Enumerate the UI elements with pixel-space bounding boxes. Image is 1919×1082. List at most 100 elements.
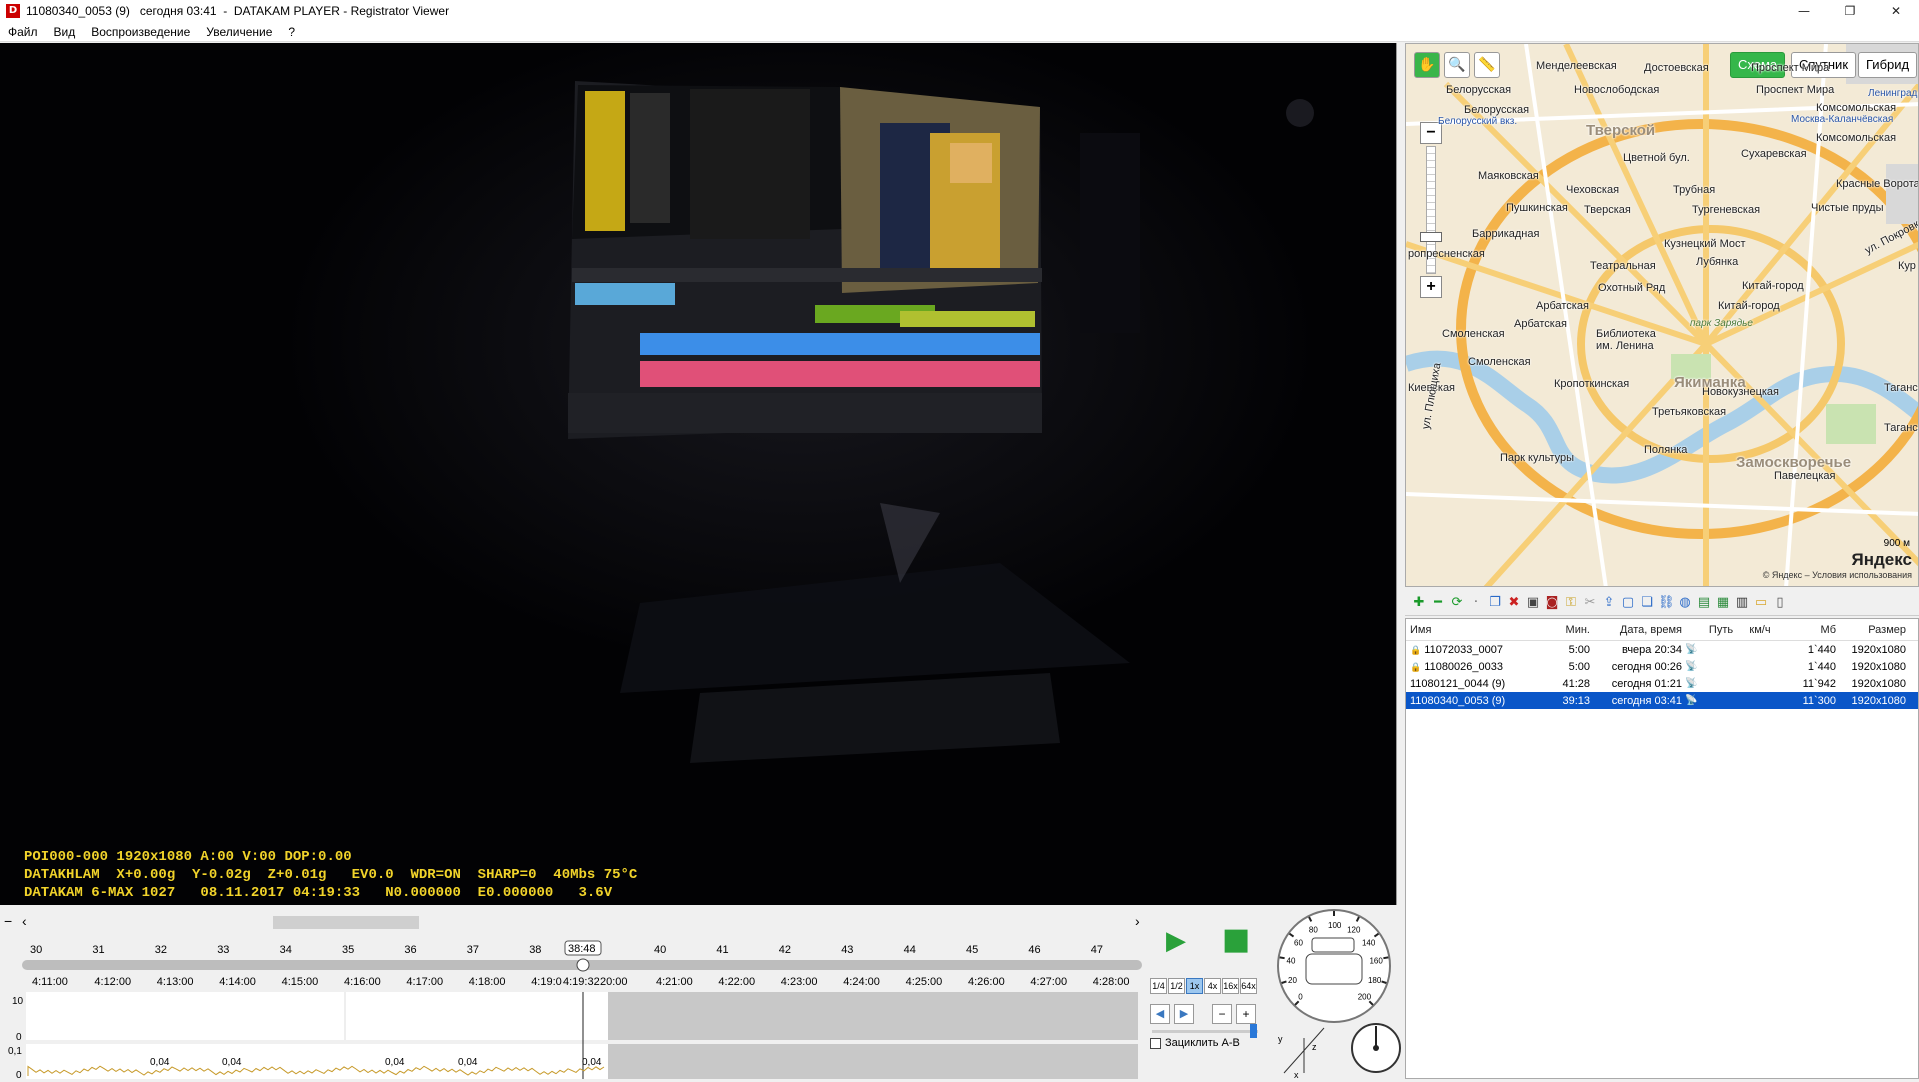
delete-icon[interactable]: ✖ — [1506, 595, 1522, 611]
minute-tick-label: 41 — [716, 944, 728, 956]
zoom-rect-icon[interactable]: 🔍 — [1444, 52, 1470, 78]
map-label: Проспект Мира — [1751, 62, 1830, 74]
stop-button[interactable]: ■ — [1222, 922, 1250, 957]
speed-axis-top: 10 — [12, 996, 24, 1007]
scroll-right-icon[interactable]: › — [1135, 913, 1140, 929]
speed-64x-button[interactable]: 64x — [1240, 978, 1257, 994]
minute-tick-label: 45 — [966, 944, 978, 956]
hand-icon[interactable]: ✋ — [1414, 52, 1440, 78]
add-icon[interactable]: ✚ — [1411, 595, 1427, 611]
camera-icon[interactable]: ◙ — [1544, 595, 1560, 611]
map-label: Цветной бул. — [1623, 152, 1690, 164]
speed-4x-button[interactable]: 4x — [1204, 978, 1221, 994]
speed-1-4-button[interactable]: 1/4 — [1150, 978, 1167, 994]
key-icon[interactable]: ⚿ — [1563, 595, 1579, 611]
minute-tick-label: 42 — [779, 944, 791, 956]
close-button[interactable]: ✕ — [1873, 0, 1919, 22]
folder-icon[interactable]: ▭ — [1753, 595, 1769, 611]
menu-playback[interactable]: Воспроизведение — [83, 25, 198, 39]
col-path[interactable]: Путь — [1702, 624, 1740, 636]
speed-tick-label: 180 — [1368, 976, 1382, 985]
minimize-button[interactable]: — — [1781, 0, 1827, 22]
save-icon[interactable]: ▣ — [1525, 595, 1541, 611]
seek-thumb[interactable] — [576, 958, 590, 972]
map-type-hybrid-button[interactable]: Гибрид — [1858, 52, 1918, 78]
layers-icon[interactable]: ❏ — [1639, 595, 1655, 611]
prev-frame-button[interactable]: ◀ — [1150, 1004, 1170, 1024]
col-kmh[interactable]: км/ч — [1740, 624, 1780, 636]
map-label: Москва-Каланчёвская — [1791, 114, 1894, 125]
frame-icon[interactable]: ▢ — [1620, 595, 1636, 611]
file-row[interactable]: 11080340_0053 (9) 39:13 сегодня 03:41 📡 11`3… — [1406, 692, 1918, 709]
time-tick-label: 4:24:00 — [843, 976, 880, 988]
map-label: Тверской — [1586, 122, 1656, 139]
timeline-scroll-thumb[interactable] — [273, 916, 419, 929]
file-row[interactable]: 🔒 11072033_0007 5:00 вчера 20:34 📡 1`440 1920… — [1406, 641, 1918, 658]
minute-tick-label: 43 — [841, 944, 853, 956]
image-icon[interactable]: ▦ — [1715, 595, 1731, 611]
map-view[interactable]: ✋ 🔍 📏 Схема Спутник Гибрид − + Менделеев… — [1405, 43, 1919, 587]
speed-1-2-button[interactable]: 1/2 — [1168, 978, 1185, 994]
gauges-panel: 0 20 40 60 80 100 120 140 160 180 200 y z x — [1264, 908, 1404, 1080]
cut-icon[interactable]: ✂ — [1582, 595, 1598, 611]
ruler-icon[interactable]: 📏 — [1474, 52, 1500, 78]
window-title: 11080340_0053 (9) сегодня 03:41 - DATAKA… — [26, 4, 450, 18]
menu-view[interactable]: Вид — [46, 25, 84, 39]
map-copyright[interactable]: © Яндекс – Условия использования — [1763, 570, 1912, 580]
file-row[interactable]: 11080121_0044 (9) 41:28 сегодня 01:21 📡 11`9… — [1406, 675, 1918, 692]
speed-1x-button[interactable]: 1x — [1186, 978, 1203, 994]
map-label: Лубянка — [1696, 256, 1739, 268]
map-label: Маяковская — [1478, 170, 1539, 182]
col-mb[interactable]: Мб — [1780, 624, 1836, 636]
play-button[interactable]: ▶ — [1166, 926, 1186, 956]
minute-tick-label: 37 — [467, 944, 479, 956]
film-icon[interactable]: ▥ — [1734, 595, 1750, 611]
osd-line-2: DATAKHLAM X+0.00g Y-0.02g Z+0.01g EV0.0 … — [24, 867, 638, 883]
loop-ab-checkbox[interactable]: Зациклить А-В — [1150, 1037, 1240, 1049]
copy-icon[interactable]: ❐ — [1487, 595, 1503, 611]
document-icon[interactable]: ▯ — [1772, 595, 1788, 611]
file-resolution: 1920x1080 — [1851, 677, 1906, 690]
minute-tick-label: 38 — [529, 944, 541, 956]
time-tick-label: 4:13:00 — [157, 976, 194, 988]
remove-icon[interactable]: ━ — [1430, 595, 1446, 611]
volume-thumb[interactable] — [1250, 1024, 1257, 1038]
menu-zoom[interactable]: Увеличение — [198, 25, 280, 39]
export-icon[interactable]: ⇪ — [1601, 595, 1617, 611]
next-frame-button[interactable]: ▶ — [1174, 1004, 1194, 1024]
col-size[interactable]: Размер — [1836, 624, 1912, 636]
file-date: сегодня 01:21 — [1611, 677, 1682, 690]
map-label: Ленинград — [1868, 88, 1918, 99]
video-frame[interactable]: POI000-000 1920x1080 A:00 V:00 DOP:0.00 D… — [0, 43, 1397, 905]
file-duration: 5:00 — [1568, 660, 1590, 673]
speed-16x-button[interactable]: 16x — [1222, 978, 1239, 994]
time-tick-label: 4:19:0 — [531, 976, 562, 988]
app-icon: D — [6, 4, 20, 18]
file-list[interactable]: Имя Мин. Дата, время Путь км/ч Мб Размер… — [1405, 618, 1919, 1079]
file-row[interactable]: 🔒 11080026_0033 5:00 сегодня 00:26 📡 1`440 19… — [1406, 658, 1918, 675]
timeline-panel[interactable]: −‹›+303132333435363738404142434445464738… — [0, 908, 1145, 1079]
timeline-zoom-out-icon[interactable]: − — [4, 913, 12, 929]
peak-label: 0,04 — [150, 1057, 170, 1068]
col-date[interactable]: Дата, время — [1594, 624, 1682, 636]
map-label: Чистые пруды — [1811, 202, 1884, 214]
col-name[interactable]: Имя — [1406, 624, 1536, 636]
link-icon[interactable]: ⛓ — [1658, 595, 1675, 611]
volume-slider[interactable] — [1152, 1030, 1258, 1033]
maximize-button[interactable]: ❐ — [1827, 0, 1873, 22]
speed-plot-future — [608, 992, 1138, 1040]
chart-icon[interactable]: ▤ — [1696, 595, 1712, 611]
speed-tick-label: 80 — [1309, 926, 1318, 935]
zoom-out-button[interactable]: − — [1212, 1004, 1232, 1024]
col-min[interactable]: Мин. — [1536, 624, 1594, 636]
map-zoom-in-button[interactable]: + — [1420, 276, 1442, 298]
zoom-in-button[interactable]: + — [1236, 1004, 1256, 1024]
menu-help[interactable]: ? — [280, 25, 303, 39]
refresh-icon[interactable]: ⟳ — [1449, 595, 1465, 611]
dot-icon[interactable]: · — [1468, 595, 1484, 611]
scroll-left-icon[interactable]: ‹ — [22, 913, 27, 929]
menu-file[interactable]: Файл — [0, 25, 46, 39]
map-label: Таганск — [1884, 422, 1919, 434]
map-zoom-thumb[interactable] — [1420, 232, 1442, 242]
globe-icon[interactable]: ◍ — [1677, 595, 1693, 611]
